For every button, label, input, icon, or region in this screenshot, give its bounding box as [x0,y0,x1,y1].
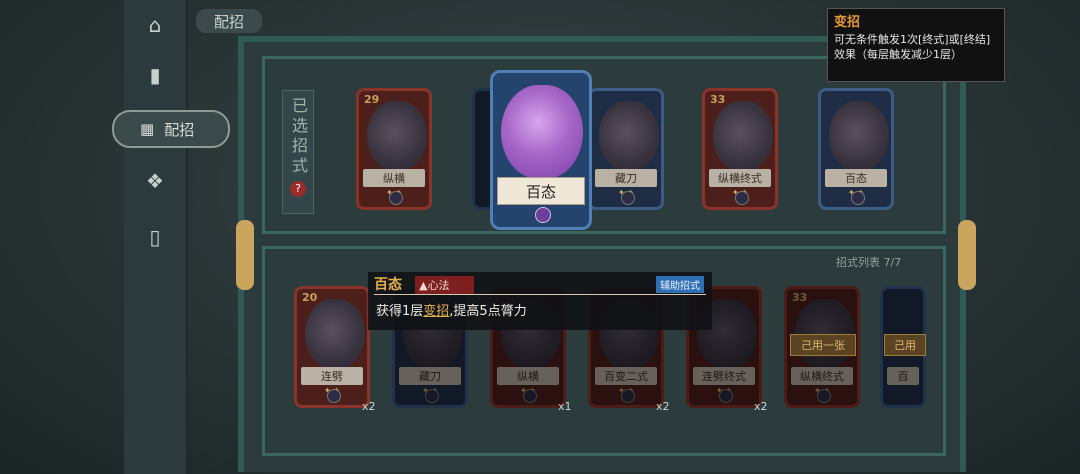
card-count: x2 [656,400,670,413]
deck-icon: ▦ [140,120,155,138]
tooltip-title: 变招 [834,15,861,30]
info-type-tag: ▲心法 [415,276,474,294]
card-gem-icon [851,191,865,205]
card-gem-icon [389,191,403,205]
used-tag: 己用 [884,334,926,356]
card-count: x2 [754,400,768,413]
card-name: 百变二式 [595,367,657,385]
selected-card-name: 百态 [497,177,585,205]
used-tag: 己用一张 [790,334,856,356]
info-type-label: 心法 [427,279,450,292]
card-name: 纵横 [497,367,559,385]
card-gem-icon [817,389,831,403]
selected-card-art [501,85,583,179]
info-divider [374,294,706,295]
card-stack-icon[interactable]: ▮ [131,58,179,92]
top-card-3[interactable]: 33 纵横终式 ✦ ✦ [702,88,778,210]
card-gem-icon [621,389,635,403]
info-desc-suffix: ,提高5点膂力 [449,304,527,319]
card-name: 百 [887,367,919,385]
card-art [367,101,427,171]
left-nav: ⌂ ▮ ❖ ▯ [124,0,188,474]
right-hinge-icon [958,220,976,290]
selected-card[interactable]: 百态 [490,70,592,230]
info-keyword-link[interactable]: 变招 [423,304,449,319]
move-list-header: 招式列表 7/7 [836,256,902,269]
card-name: 纵横终式 [709,169,771,187]
selected-moves-label: 已选招式 ? [282,90,314,214]
single-card-icon[interactable]: ▯ [131,220,179,254]
tooltip-description: 可无条件触发1次[终式]或[终结]效果（每层触发减少1层） [834,33,991,61]
nav-item-deploy-label: 配招 [164,120,195,139]
card-art [713,101,773,171]
card-name: 连劈终式 [693,367,755,385]
card-name: 纵横 [363,169,425,187]
help-icon[interactable]: ? [290,181,306,197]
info-description: 获得1层变招,提高5点膂力 [376,300,527,319]
card-count: x1 [558,400,572,413]
left-hinge-icon [236,220,254,290]
card-cost: 20 [302,291,318,304]
card-art [829,101,889,171]
card-name: 藏刀 [595,169,657,187]
card-name: 连劈 [301,367,363,385]
card-cost: 33 [710,93,726,106]
card-art [305,299,365,369]
aux-move-badge: 辅助招式 [656,276,704,293]
card-gem-icon [735,191,749,205]
card-count: x2 [362,400,376,413]
card-gem-icon [621,191,635,205]
info-desc-prefix: 获得1层 [376,304,424,319]
card-gem-icon [425,389,439,403]
top-card-1[interactable]: 29 纵横 ✦ ✦ [356,88,432,210]
card-gem-icon [327,389,341,403]
card-info-panel: 百态 ▲心法 辅助招式 获得1层变招,提高5点膂力 [368,272,712,330]
nav-item-deploy[interactable]: ▦ 配招 [112,110,230,148]
card-gem-icon [523,389,537,403]
page-tab-title: 配招 [196,9,262,33]
emblem-icon[interactable]: ❖ [131,164,179,198]
card-gem-icon [719,389,733,403]
card-cost: 29 [364,93,380,106]
keyword-tooltip: 变招 可无条件触发1次[终式]或[终结]效果（每层触发减少1层） [827,8,1005,82]
card-name: 藏刀 [399,367,461,385]
list-card-1[interactable]: 20 连劈 ✦ ✦ [294,286,370,408]
card-name: 纵横终式 [791,367,853,385]
house-icon[interactable]: ⌂ [131,8,179,42]
card-name: 百态 [825,169,887,187]
selected-moves-label-text: 已选招式 [289,97,308,177]
top-card-2[interactable]: 藏刀 ✦ ✦ [588,88,664,210]
info-card-name: 百态 [374,277,402,293]
selected-card-gem-icon [535,207,551,223]
card-cost: 33 [792,291,808,304]
card-art [599,101,659,171]
top-card-4[interactable]: 百态 ✦ ✦ [818,88,894,210]
